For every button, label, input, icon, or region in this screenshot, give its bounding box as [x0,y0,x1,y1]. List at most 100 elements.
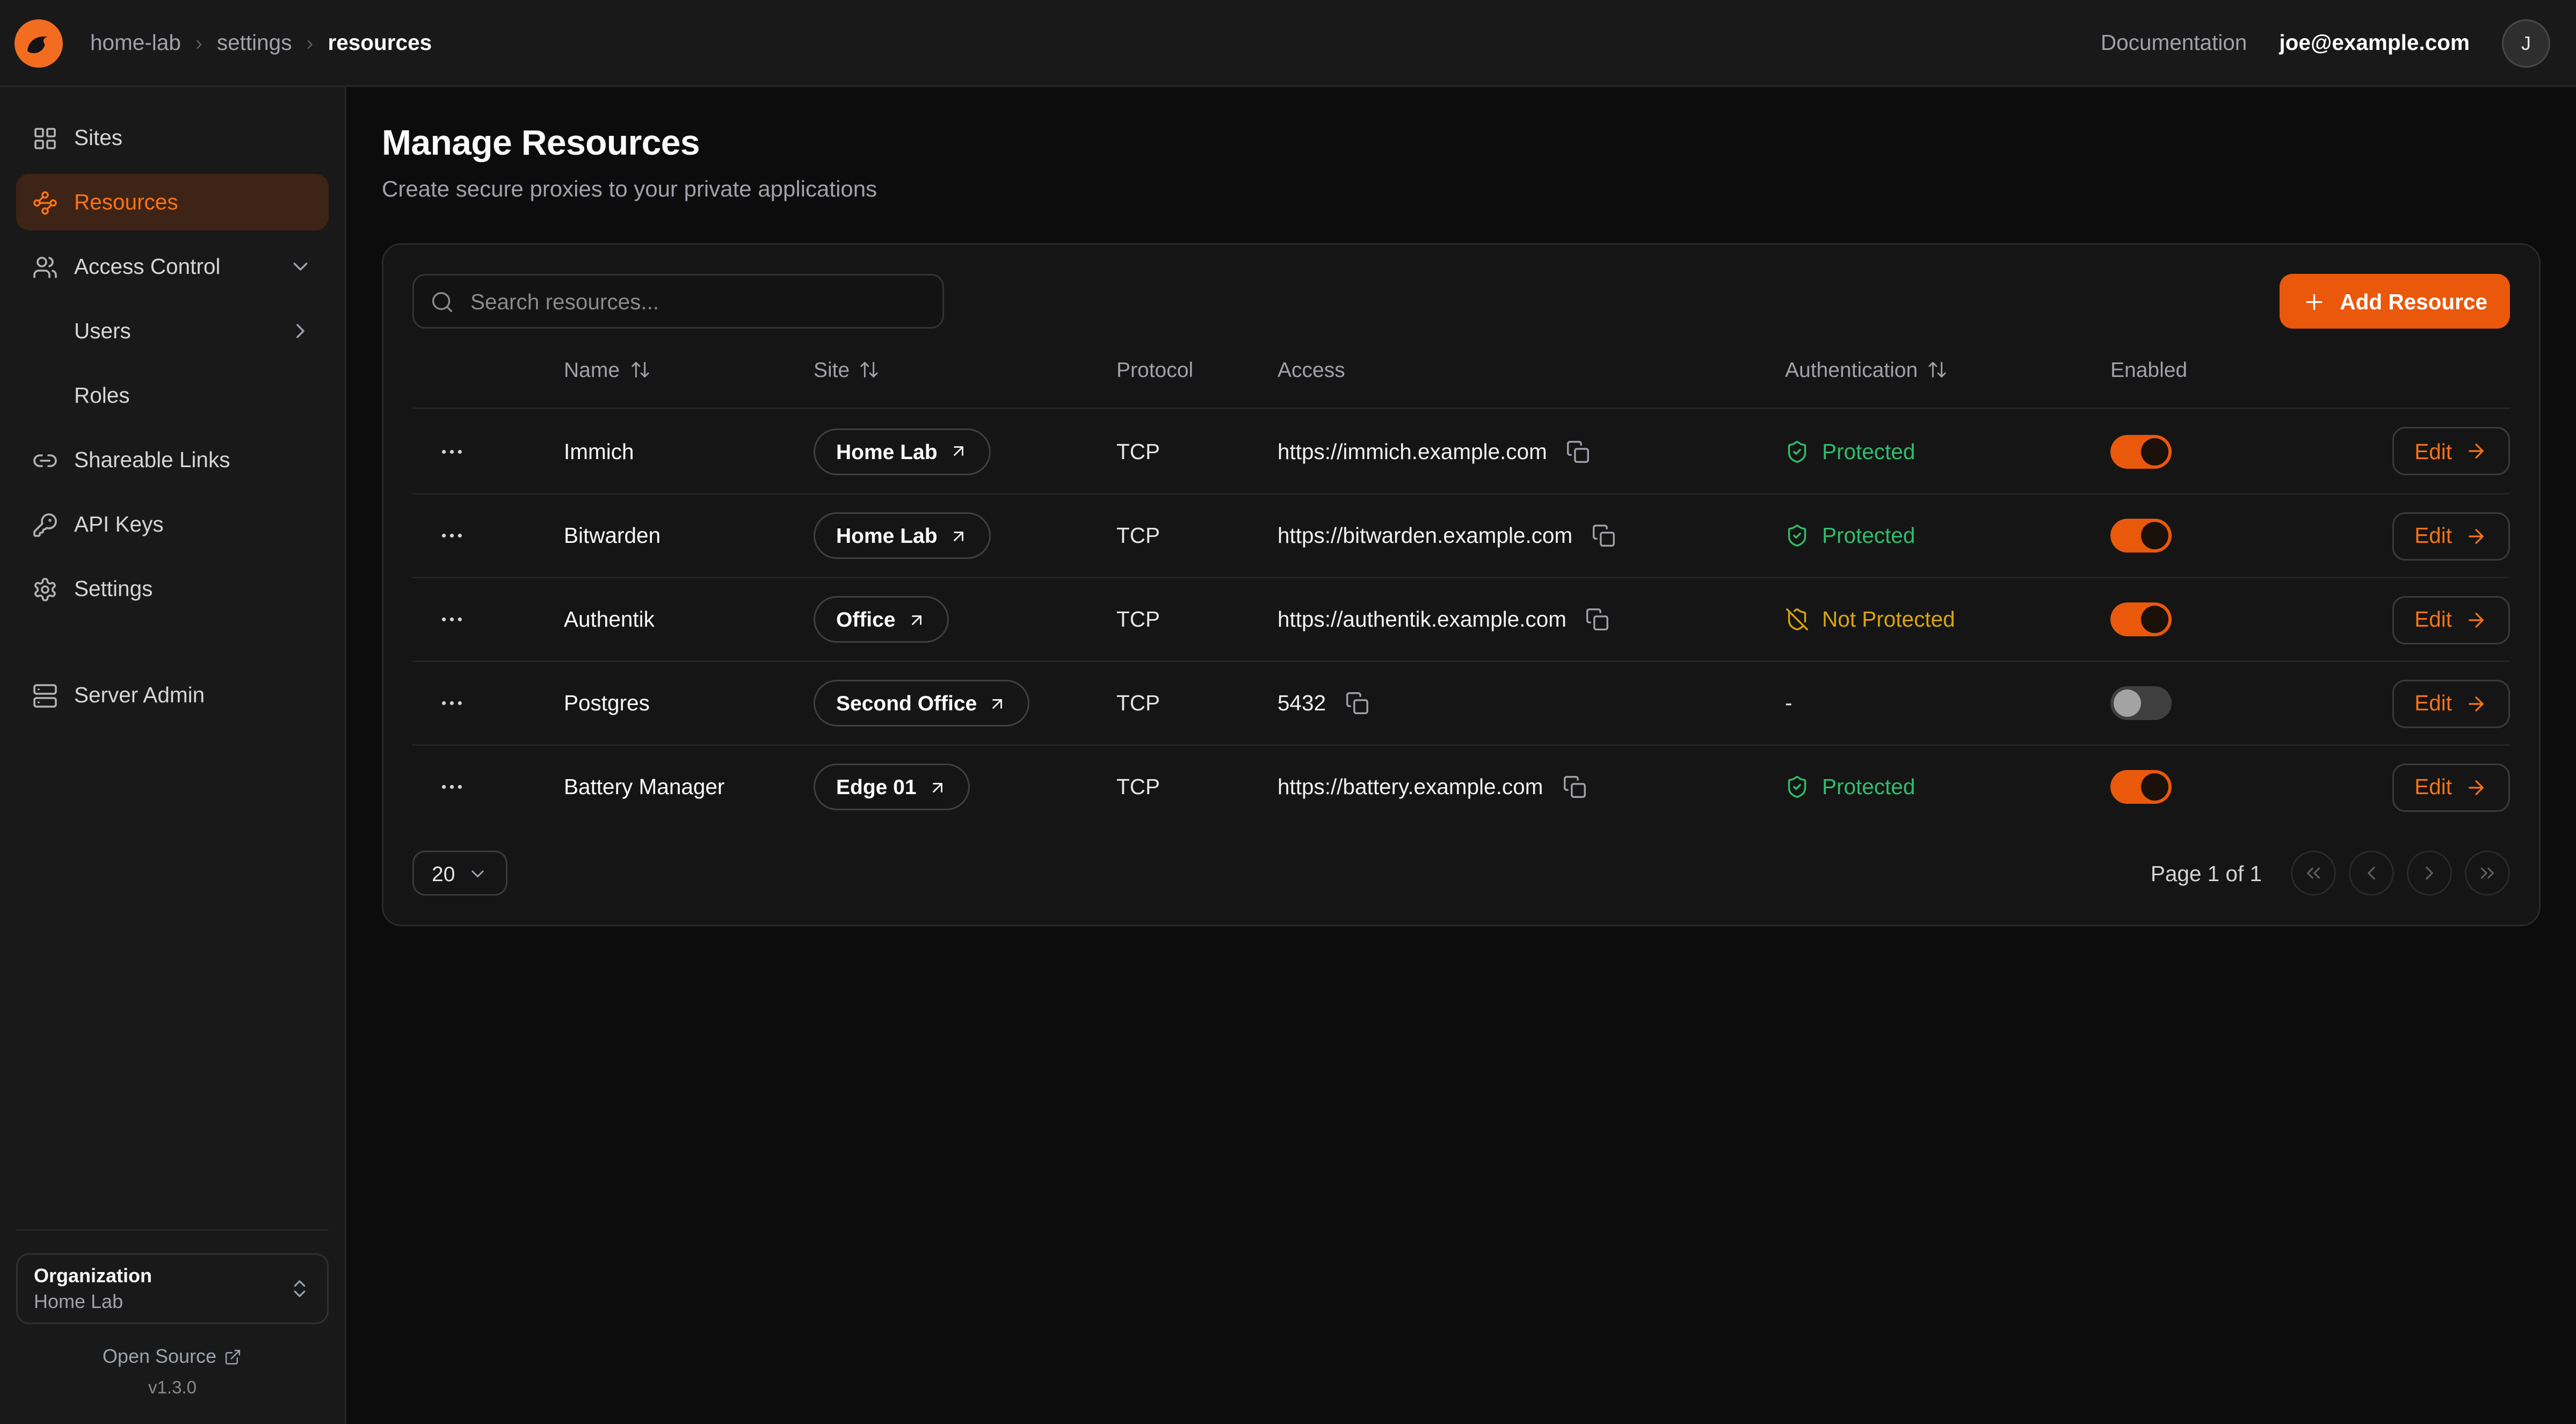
topbar-right: Documentation joe@example.com J [2101,19,2550,67]
avatar[interactable]: J [2502,19,2550,67]
waypoints-icon [32,190,58,215]
sidebar-item-sites[interactable]: Sites [16,110,329,166]
page-size-select[interactable]: 20 [412,851,508,896]
users-icon [32,254,58,280]
enabled-toggle[interactable] [2110,602,2172,636]
version-label: v1.3.0 [148,1379,197,1398]
sidebar: Sites Resources Access Control Users Rol… [0,87,346,1424]
breadcrumb-org[interactable]: home-lab [90,31,181,55]
sidebar-item-label: Server Admin [74,683,205,707]
edit-button[interactable]: Edit [2392,679,2510,728]
arrow-up-right-icon [949,441,968,461]
enabled-toggle[interactable] [2110,519,2172,553]
pangolin-logo-icon [14,19,63,67]
site-link[interactable]: Home Lab [814,512,991,559]
enabled-toggle[interactable] [2110,434,2172,468]
header-authentication[interactable]: Authentication [1785,358,2110,382]
ellipsis-icon [438,773,466,801]
edit-button[interactable]: Edit [2392,427,2510,475]
chevron-right-icon [288,319,313,343]
shell: Sites Resources Access Control Users Rol… [0,87,2576,1424]
app-logo[interactable] [14,19,63,67]
header-access: Access [1278,358,1785,382]
protocol: TCP [1116,439,1278,463]
access-url: https://battery.example.com [1278,775,1543,799]
sidebar-item-shareable-links[interactable]: Shareable Links [16,432,329,488]
row-menu-button[interactable] [432,515,472,556]
row-menu-button[interactable] [432,767,472,807]
header-site[interactable]: Site [814,358,1116,382]
main-content: Manage Resources Create secure proxies t… [346,87,2576,1424]
sidebar-item-settings[interactable]: Settings [16,561,329,617]
shield-off-icon [1785,607,1809,631]
copy-icon [1586,607,1610,631]
edit-button[interactable]: Edit [2392,595,2510,644]
access-url: 5432 [1278,691,1326,715]
edit-button[interactable]: Edit [2392,763,2510,811]
toggle-thumb [2141,606,2168,633]
breadcrumb-current[interactable]: resources [328,31,432,55]
row-menu-button[interactable] [432,431,472,471]
external-link-icon [224,1348,242,1365]
site-link[interactable]: Home Lab [814,428,991,475]
add-resource-button[interactable]: Add Resource [2280,274,2510,329]
row-menu-button[interactable] [432,683,472,723]
sidebar-item-label: Resources [74,190,178,214]
chevron-left-icon [2360,862,2383,884]
protocol: TCP [1116,691,1278,715]
resource-name: Immich [564,439,814,463]
sidebar-item-server-admin[interactable]: Server Admin [16,667,329,723]
sidebar-item-users[interactable]: Users [16,303,329,359]
copy-button[interactable] [1563,436,1594,467]
open-source-link[interactable]: Open Source [103,1345,242,1368]
copy-button[interactable] [1559,772,1590,802]
organization-selector[interactable]: Organization Home Lab [16,1253,329,1324]
sidebar-item-roles[interactable]: Roles [16,367,329,424]
enabled-toggle[interactable] [2110,686,2172,720]
user-email[interactable]: joe@example.com [2279,31,2470,55]
documentation-link[interactable]: Documentation [2101,31,2247,55]
topbar: home-lab › settings › resources Document… [0,0,2576,87]
breadcrumb-separator: › [306,31,313,55]
site-link[interactable]: Office [814,596,949,643]
gear-icon [32,576,58,602]
sidebar-item-label: API Keys [74,512,164,536]
chevrons-up-down-icon [288,1277,311,1300]
search-icon [430,289,454,314]
sidebar-item-api-keys[interactable]: API Keys [16,496,329,553]
site-link[interactable]: Edge 01 [814,764,970,810]
breadcrumb-settings[interactable]: settings [217,31,292,55]
enabled-toggle[interactable] [2110,770,2172,804]
auth-status: Protected [1785,775,2110,799]
search-box [412,274,944,329]
link-icon [32,447,58,473]
sidebar-item-resources[interactable]: Resources [16,174,329,230]
copy-button[interactable] [1583,604,1613,635]
site-link[interactable]: Second Office [814,680,1030,726]
sidebar-item-access-control[interactable]: Access Control [16,238,329,295]
row-menu-button[interactable] [432,599,472,640]
chevrons-left-icon [2302,862,2325,884]
header-enabled: Enabled [2110,358,2331,382]
arrow-right-icon [2465,525,2487,547]
chevrons-right-icon [2476,862,2499,884]
toggle-thumb [2141,773,2168,801]
access-url: https://authentik.example.com [1278,607,1566,631]
chevron-down-icon [468,863,489,884]
first-page-button[interactable] [2291,851,2336,896]
ellipsis-icon [438,522,466,549]
last-page-button[interactable] [2465,851,2510,896]
page-info: Page 1 of 1 [2151,861,2262,885]
chevron-right-icon [2418,862,2441,884]
toggle-thumb [2141,438,2168,465]
previous-page-button[interactable] [2349,851,2394,896]
avatar-initial: J [2521,32,2531,54]
ellipsis-icon [438,689,466,717]
search-input[interactable] [467,288,926,315]
copy-button[interactable] [1342,688,1373,718]
next-page-button[interactable] [2407,851,2452,896]
header-name[interactable]: Name [564,358,814,382]
edit-button[interactable]: Edit [2392,512,2510,560]
copy-button[interactable] [1588,520,1619,551]
plus-icon [2303,289,2327,314]
